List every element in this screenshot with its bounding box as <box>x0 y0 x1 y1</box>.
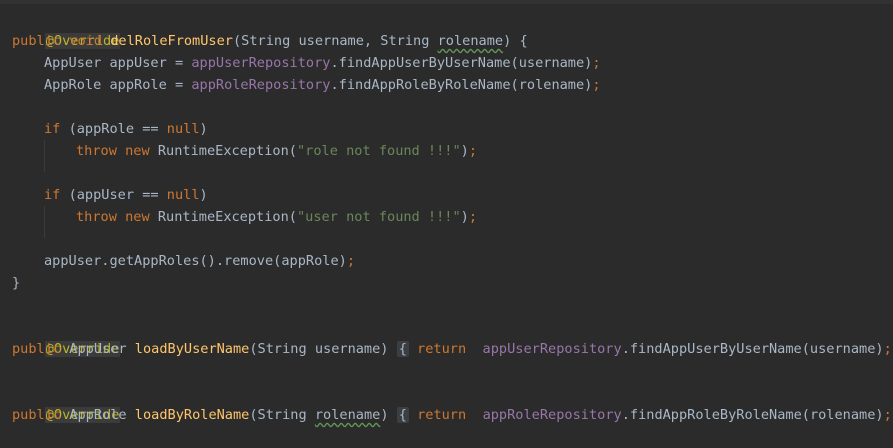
call: .findAppUserByUserName(username) <box>621 341 884 357</box>
call: .findAppRoleByRoleName(rolename) <box>330 77 593 93</box>
field-ref: appUserRepository <box>191 55 331 71</box>
string-literal: "user not found !!!" <box>296 209 461 225</box>
close: ) { <box>503 33 528 49</box>
params-close: ) <box>380 407 397 423</box>
editor-top-border <box>0 0 893 4</box>
code-line-13[interactable]: @Override <box>12 382 121 423</box>
code-line-3[interactable]: AppUser appUser = appUserRepository.find… <box>44 52 601 74</box>
keyword: public <box>12 407 70 423</box>
code-line-8[interactable]: throw new RuntimeException("user not fou… <box>76 206 477 228</box>
null-literal: null <box>166 121 200 137</box>
close: ) <box>460 209 469 225</box>
field-ref: appRoleRepository <box>482 407 622 423</box>
method-name: loadByUserName <box>134 341 250 357</box>
code-line-2[interactable]: public void delRoleFromUser(String usern… <box>12 30 528 52</box>
code-line-6[interactable]: throw new RuntimeException("role not fou… <box>76 140 477 162</box>
params: (String username) <box>249 341 397 357</box>
close: ) <box>460 143 469 159</box>
param-name: rolename <box>314 407 381 423</box>
indent-guide <box>44 140 45 172</box>
code-line-7[interactable]: if (appUser == null) <box>44 184 208 206</box>
ctor: RuntimeException( <box>157 143 297 159</box>
semicolon: ; <box>468 209 478 225</box>
keyword: if <box>44 121 69 137</box>
code-line-10[interactable]: } <box>12 272 20 294</box>
params: (String username, String <box>232 33 438 49</box>
fold-open-brace[interactable]: { <box>396 341 409 357</box>
ctor: RuntimeException( <box>157 209 297 225</box>
keyword: throw new <box>76 143 158 159</box>
decl: AppUser appUser = <box>44 55 192 71</box>
string-literal: "role not found !!!" <box>296 143 461 159</box>
close: ) <box>199 121 208 137</box>
code-line-1[interactable]: @Override <box>12 8 121 49</box>
code-line-9[interactable]: appUser.getAppRoles().remove(appRole); <box>44 250 355 272</box>
semicolon: ; <box>468 143 478 159</box>
cond: (appRole == <box>68 121 167 137</box>
code-line-4[interactable]: AppRole appRole = appRoleRepository.find… <box>44 74 601 96</box>
call: .findAppRoleByRoleName(rolename) <box>621 407 884 423</box>
keyword: return <box>408 341 475 357</box>
close: ) <box>199 187 208 203</box>
indent-guide <box>44 206 45 238</box>
param-name: rolename <box>437 33 504 49</box>
code-editor[interactable]: @Override public void delRoleFromUser(St… <box>0 0 893 434</box>
code-line-14[interactable]: public AppRole loadByRoleName(String rol… <box>12 404 893 426</box>
decl: AppRole appRole = <box>44 77 192 93</box>
semicolon: ; <box>883 341 892 357</box>
code-line-11[interactable]: @Override <box>12 316 121 357</box>
return-type: AppUser <box>69 341 135 357</box>
semicolon: ; <box>592 55 601 71</box>
method-name: loadByRoleName <box>134 407 250 423</box>
keyword: if <box>44 187 69 203</box>
params: (String <box>249 407 315 423</box>
field-ref: appRoleRepository <box>191 77 331 93</box>
statement: appUser.getAppRoles().remove(appRole) <box>44 253 347 269</box>
semicolon: ; <box>883 407 892 423</box>
code-line-12[interactable]: public AppUser loadByUserName(String use… <box>12 338 893 360</box>
call: .findAppUserByUserName(username) <box>330 55 593 71</box>
method-name: delRoleFromUser <box>110 33 233 49</box>
field-ref: appUserRepository <box>482 341 622 357</box>
semicolon: ; <box>592 77 601 93</box>
return-type: AppRole <box>69 407 135 423</box>
null-literal: null <box>166 187 200 203</box>
keyword: return <box>408 407 475 423</box>
close-brace: } <box>12 275 21 291</box>
semicolon: ; <box>346 253 356 269</box>
code-line-5[interactable]: if (appRole == null) <box>44 118 208 140</box>
keyword: public void <box>12 33 111 49</box>
cond: (appUser == <box>68 187 167 203</box>
keyword: public <box>12 341 70 357</box>
keyword: throw new <box>76 209 158 225</box>
fold-open-brace[interactable]: { <box>396 407 409 423</box>
